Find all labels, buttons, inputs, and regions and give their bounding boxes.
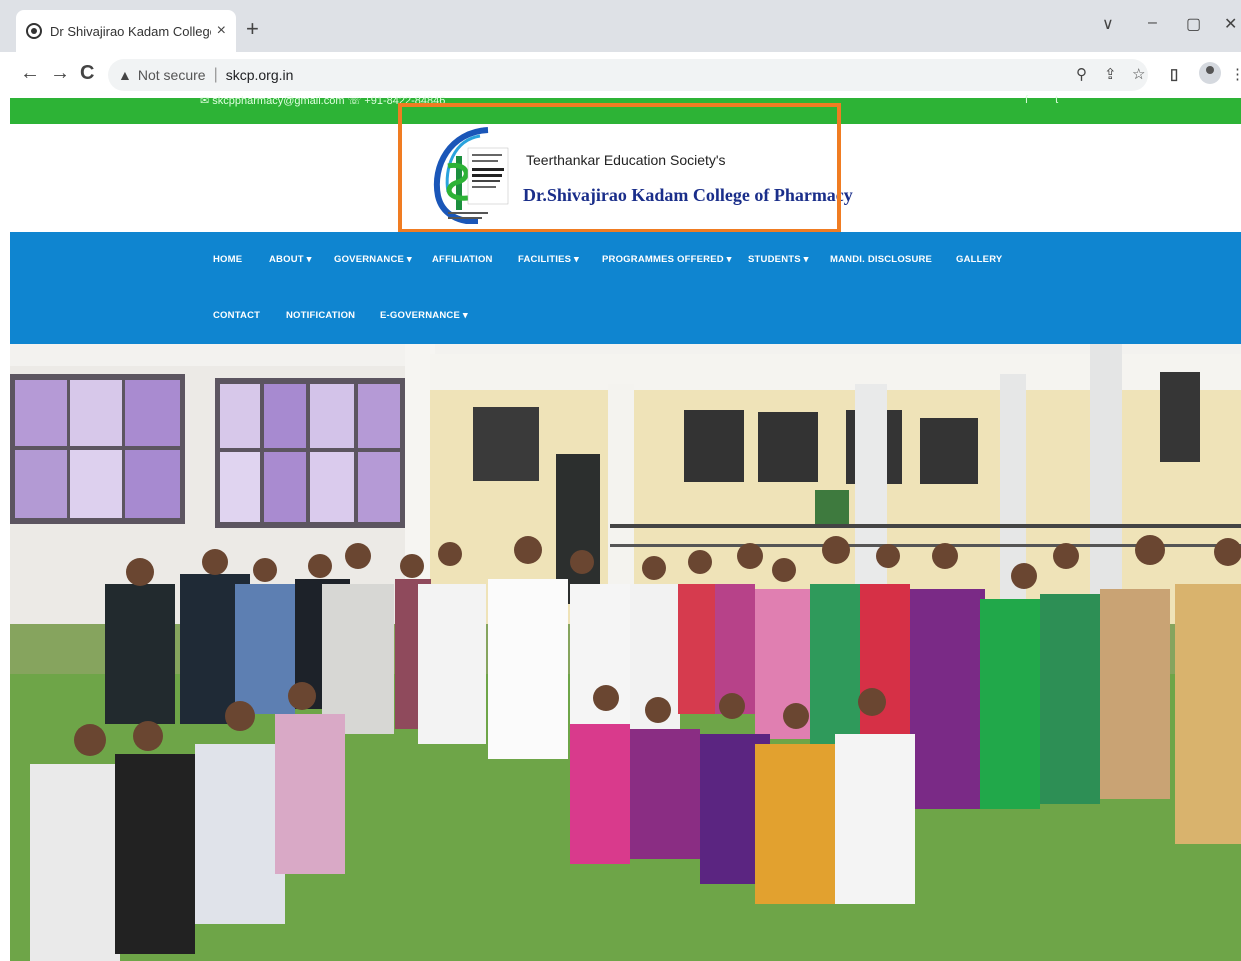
nav-e-governance[interactable]: E-GOVERNANCE ▾ [380, 310, 468, 321]
share-icon[interactable]: ⇪ [1104, 65, 1117, 83]
hero-group-photo [10, 344, 1241, 961]
nav-governance[interactable]: GOVERNANCE ▾ [334, 254, 412, 265]
minimize-button[interactable]: – [1148, 14, 1157, 32]
highlight-box [398, 103, 841, 233]
star-icon[interactable]: ☆ [1132, 65, 1145, 83]
profile-icon[interactable] [1199, 62, 1221, 84]
globe-icon [26, 23, 42, 39]
tab-close-button[interactable]: × [217, 22, 226, 40]
nav-students[interactable]: STUDENTS ▾ [748, 254, 809, 265]
back-button[interactable]: ← [20, 62, 40, 85]
url-text[interactable]: skcp.org.in [226, 67, 294, 83]
browser-tab[interactable]: Dr Shivajirao Kadam College of Pharmacy … [16, 10, 236, 52]
reload-button[interactable]: C [80, 62, 94, 85]
nav-gallery[interactable]: GALLERY [956, 254, 1002, 265]
security-status[interactable]: Not secure [138, 67, 206, 83]
divider: | [213, 66, 218, 83]
nav-facilities[interactable]: FACILITIES ▾ [518, 254, 579, 265]
nav-programmes-offered[interactable]: PROGRAMMES OFFERED ▾ [602, 254, 732, 265]
tab-title: Dr Shivajirao Kadam College of Pharmacy [50, 23, 211, 39]
social-icons[interactable]: f t [1025, 94, 1070, 106]
nav-affiliation[interactable]: AFFILIATION [432, 254, 493, 265]
browser-toolbar: ← → C ▲ Not secure | skcp.org.in ⚲ ⇪ ☆ ▯… [0, 52, 1241, 98]
nav-mandi-disclosure[interactable]: MANDI. DISCLOSURE [830, 254, 932, 265]
address-bar[interactable]: ▲ Not secure | skcp.org.in [108, 59, 1148, 91]
browser-tabstrip: Dr Shivajirao Kadam College of Pharmacy … [0, 0, 1241, 52]
tab-search-button[interactable]: ∨ [1102, 14, 1114, 34]
search-icon[interactable]: ⚲ [1076, 65, 1087, 83]
new-tab-button[interactable]: + [246, 16, 259, 42]
maximize-button[interactable]: ▢ [1186, 14, 1201, 34]
menu-icon[interactable]: ⋮ [1230, 65, 1241, 83]
nav-about[interactable]: ABOUT ▾ [269, 254, 312, 265]
sidepanel-icon[interactable]: ▯ [1170, 65, 1178, 83]
close-window-button[interactable]: ✕ [1224, 14, 1237, 34]
nav-contact[interactable]: CONTACT [213, 310, 260, 321]
main-nav: HOME ABOUT ▾ GOVERNANCE ▾ AFFILIATION FA… [10, 232, 1241, 344]
forward-button[interactable]: → [50, 62, 70, 85]
nav-home[interactable]: HOME [213, 254, 242, 265]
warning-icon[interactable]: ▲ [118, 67, 132, 83]
nav-notification[interactable]: NOTIFICATION [286, 310, 355, 321]
